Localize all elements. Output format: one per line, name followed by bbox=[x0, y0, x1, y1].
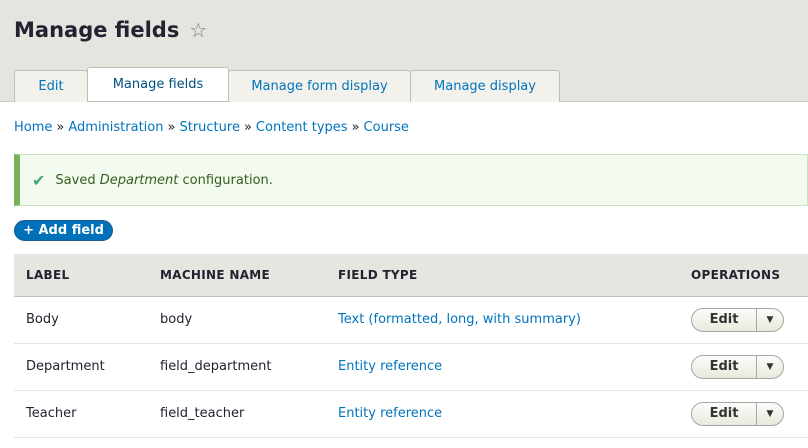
operations-dropbutton: Edit ▼ bbox=[691, 307, 784, 332]
caret-down-icon: ▼ bbox=[766, 408, 774, 419]
breadcrumb: Home» Administration» Structure» Content ty… bbox=[14, 120, 409, 135]
field-type-link[interactable]: Entity reference bbox=[326, 343, 679, 391]
edit-button[interactable]: Edit bbox=[692, 309, 756, 331]
tab-label: Manage form display bbox=[251, 79, 388, 94]
breadcrumb-separator: » bbox=[351, 120, 360, 135]
table-row: Teacher field_teacher Entity reference E… bbox=[14, 390, 808, 438]
field-operations: Edit ▼ bbox=[679, 343, 808, 391]
add-field-button[interactable]: + Add field bbox=[14, 220, 113, 241]
breadcrumb-content-types[interactable]: Content types bbox=[256, 120, 348, 135]
column-header-label: LABEL bbox=[14, 254, 148, 297]
status-message: ✔ Saved Department configuration. bbox=[14, 154, 808, 206]
field-type-link[interactable]: Text (formatted, long, with summary) bbox=[326, 296, 679, 344]
tab-label: Manage display bbox=[434, 79, 536, 94]
caret-down-icon: ▼ bbox=[766, 314, 774, 325]
tab-edit[interactable]: Edit bbox=[14, 70, 88, 102]
field-machine-name: field_teacher bbox=[148, 390, 326, 438]
breadcrumb-structure[interactable]: Structure bbox=[179, 120, 239, 135]
field-machine-name: field_department bbox=[148, 343, 326, 391]
breadcrumb-administration[interactable]: Administration bbox=[68, 120, 163, 135]
status-message-text: Saved Department configuration. bbox=[55, 173, 273, 188]
tab-manage-form-display[interactable]: Manage form display bbox=[228, 70, 411, 102]
page-title: Manage fields ☆ bbox=[14, 18, 207, 42]
dropdown-toggle-button[interactable]: ▼ bbox=[756, 402, 783, 425]
message-prefix: Saved bbox=[55, 172, 96, 188]
field-operations: Edit ▼ bbox=[679, 296, 808, 344]
breadcrumb-separator: » bbox=[243, 120, 252, 135]
operations-dropbutton: Edit ▼ bbox=[691, 401, 784, 426]
message-field-name: Department bbox=[99, 172, 179, 188]
field-label: Department bbox=[14, 343, 148, 391]
tab-manage-display[interactable]: Manage display bbox=[410, 70, 560, 102]
page-title-text: Manage fields bbox=[14, 18, 180, 42]
field-machine-name: body bbox=[148, 296, 326, 344]
field-label: Teacher bbox=[14, 390, 148, 438]
table-row: Department field_department Entity refer… bbox=[14, 343, 808, 391]
breadcrumb-separator: » bbox=[56, 120, 65, 135]
tab-label: Edit bbox=[38, 79, 64, 94]
column-header-operations: OPERATIONS bbox=[679, 254, 808, 297]
breadcrumb-separator: » bbox=[167, 120, 176, 135]
page-header: Manage fields ☆ Edit Manage fields Manag… bbox=[0, 0, 808, 102]
dropdown-toggle-button[interactable]: ▼ bbox=[756, 308, 783, 331]
edit-button[interactable]: Edit bbox=[692, 356, 756, 378]
operations-dropbutton: Edit ▼ bbox=[691, 354, 784, 379]
field-type-link[interactable]: Entity reference bbox=[326, 390, 679, 438]
edit-button[interactable]: Edit bbox=[692, 403, 756, 425]
checkmark-icon: ✔ bbox=[32, 170, 46, 190]
table-header-row: LABEL MACHINE NAME FIELD TYPE OPERATIONS bbox=[14, 254, 808, 297]
message-suffix: configuration. bbox=[182, 172, 273, 188]
field-operations: Edit ▼ bbox=[679, 390, 808, 438]
column-header-machine-name: MACHINE NAME bbox=[148, 254, 326, 297]
field-label: Body bbox=[14, 296, 148, 344]
star-icon[interactable]: ☆ bbox=[189, 18, 207, 42]
table-row: Body body Text (formatted, long, with su… bbox=[14, 296, 808, 344]
breadcrumb-home[interactable]: Home bbox=[14, 120, 52, 135]
column-header-field-type: FIELD TYPE bbox=[326, 254, 679, 297]
tab-label: Manage fields bbox=[112, 77, 204, 92]
primary-tabs: Edit Manage fields Manage form display M… bbox=[14, 67, 560, 102]
breadcrumb-course[interactable]: Course bbox=[364, 120, 409, 135]
tab-manage-fields[interactable]: Manage fields bbox=[87, 67, 229, 102]
fields-table: LABEL MACHINE NAME FIELD TYPE OPERATIONS… bbox=[14, 254, 808, 438]
add-field-label: + Add field bbox=[23, 223, 104, 238]
caret-down-icon: ▼ bbox=[766, 361, 774, 372]
dropdown-toggle-button[interactable]: ▼ bbox=[756, 355, 783, 378]
